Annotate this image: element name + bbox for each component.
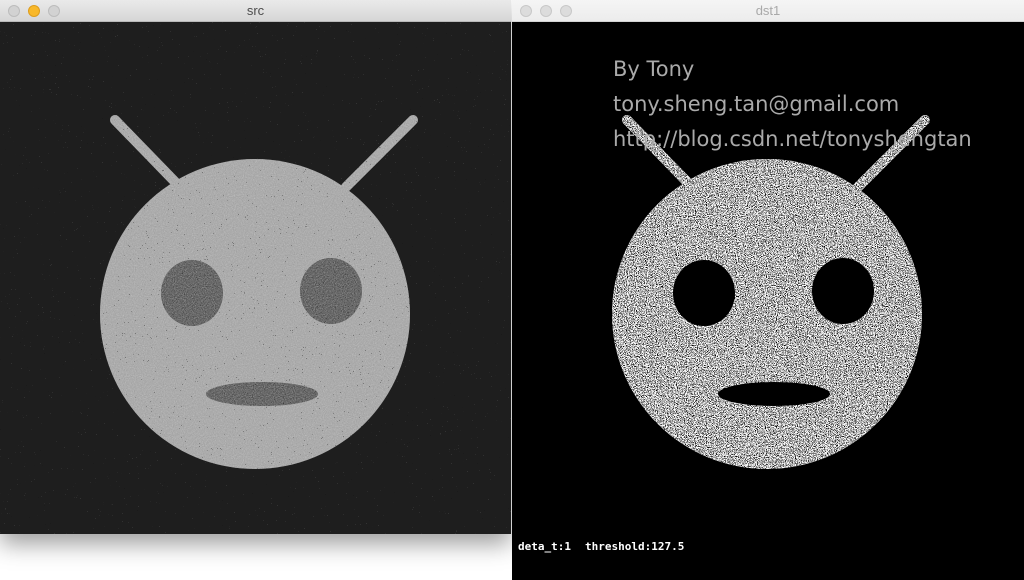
overlay-author: By Tony: [613, 57, 694, 81]
src-window-title: src: [246, 3, 265, 18]
status-text: deta_t:1 threshold:127.5: [518, 540, 684, 553]
head: [612, 159, 922, 469]
dst1-window-title: dst1: [755, 3, 781, 18]
mouth: [718, 382, 830, 406]
mouth: [206, 382, 318, 406]
left-eye: [161, 260, 223, 326]
src-image: [0, 22, 511, 534]
dst1-titlebar[interactable]: dst1: [512, 0, 1024, 22]
deta-t-value: deta_t:1: [518, 540, 571, 553]
right-eye: [812, 258, 874, 324]
threshold-value: threshold:127.5: [584, 540, 685, 553]
dst1-window[interactable]: dst1 By Tony tony.sheng.tan@gmail.com ht…: [512, 0, 1024, 580]
status-bar: deta_t:1 threshold:127.5: [512, 534, 1024, 580]
right-eye: [300, 258, 362, 324]
dst1-image: By Tony tony.sheng.tan@gmail.com http://…: [512, 22, 1024, 534]
src-window[interactable]: src: [0, 0, 511, 534]
left-eye: [673, 260, 735, 326]
src-titlebar[interactable]: src: [0, 0, 511, 22]
overlay-url: http://blog.csdn.net/tonyshengtan: [613, 127, 972, 151]
overlay-email: tony.sheng.tan@gmail.com: [613, 92, 899, 116]
